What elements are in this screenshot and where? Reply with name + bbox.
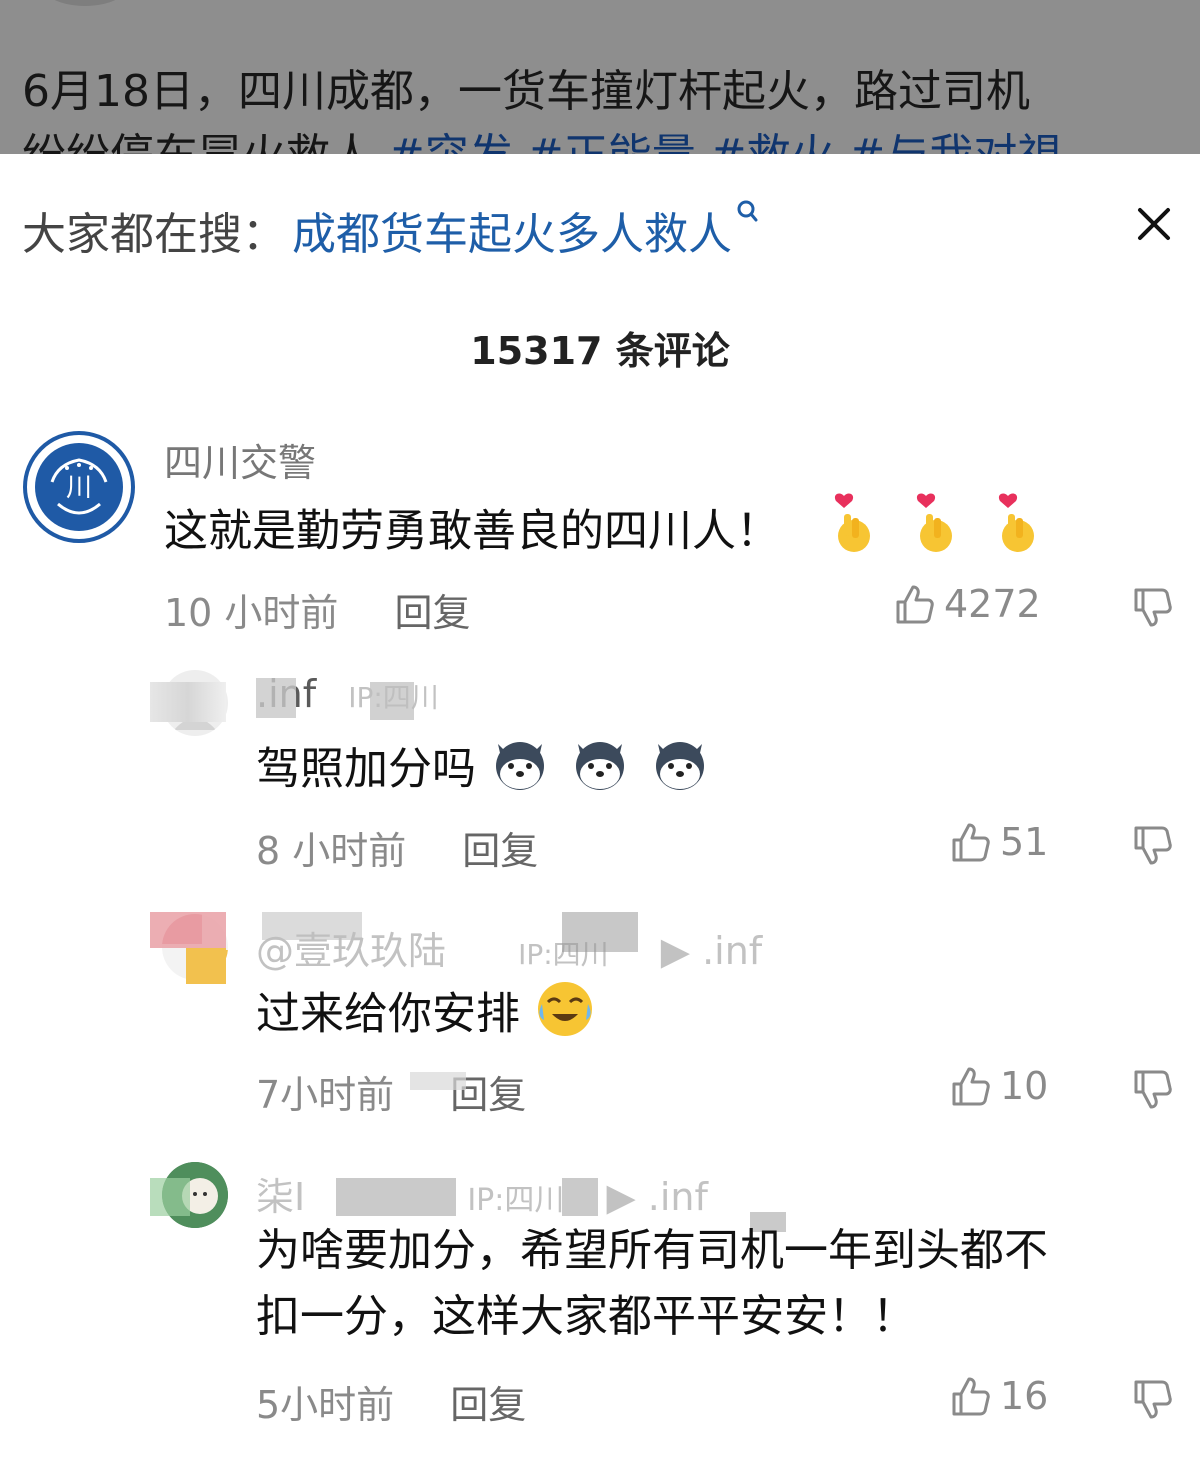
reply-item: 柒I IP:四川 ▶ .inf 为啥要加分，希望所有司机一年到头都不 扣一分，这… [0, 1162, 1200, 1452]
reply-meta: 8 小时前 回复 [256, 820, 538, 875]
like-count: 4272 [944, 582, 1041, 626]
thumbs-down-icon[interactable] [1130, 1068, 1174, 1116]
like-button[interactable]: 4272 [892, 582, 1041, 626]
reply-button[interactable]: 回复 [462, 820, 538, 875]
reply-text: 为啥要加分，希望所有司机一年到头都不 扣一分，这样大家都平平安安！！ [256, 1218, 1156, 1350]
reply-author-name: 柒I [256, 1175, 306, 1219]
thumbs-down-icon[interactable] [1130, 586, 1174, 634]
thumbs-down-icon[interactable] [1130, 824, 1174, 872]
post-text-line2: 纷纷停车冒火救人 #突发 #正能量 #救火 #与我对視 [22, 126, 1182, 154]
reply-time: 7小时前 [256, 1073, 395, 1117]
background-post: 6月18日，四川成都，一货车撞灯杆起火，路过司机 纷纷停车冒火救人 #突发 #正… [0, 0, 1200, 154]
post-hashtags[interactable]: #突发 #正能量 #救火 #与我对視 [388, 130, 1061, 154]
post-text-plain: 纷纷停车冒火救人 [22, 130, 374, 154]
reply-button[interactable]: 回复 [450, 1374, 526, 1429]
reply-text: 驾照加分吗 [256, 732, 710, 811]
post-text-line1: 6月18日，四川成都，一货车撞灯杆起火，路过司机 [22, 66, 1030, 117]
reply-item: @壹玖玖陆 IP:四川 ▶ .inf 过来给你安排 7小时前 回复 10 [0, 912, 1200, 1117]
finger-heart-emoji [830, 492, 878, 575]
hot-search-bar[interactable]: 大家都在搜： 成都货车起火多人救人 [22, 198, 760, 262]
thumbs-up-icon [952, 823, 990, 862]
husky-emoji [570, 732, 630, 811]
reply-time: 8 小时前 [256, 829, 407, 873]
like-button[interactable]: 10 [948, 1064, 1048, 1108]
reply-text-line2: 扣一分，这样大家都平平安安！！ [256, 1291, 916, 1342]
reply-time: 5小时前 [256, 1383, 395, 1427]
pixelation-block [150, 682, 226, 722]
reply-item: .inf IP:四川 驾照加分吗 8 小时前 回复 51 [0, 668, 1200, 873]
reply-to-label: ▶ .inf [606, 1175, 708, 1219]
comment-author[interactable]: 四川交警 [164, 432, 316, 487]
svg-text:川: 川 [66, 473, 92, 503]
reply-text-body: 过来给你安排 [256, 988, 520, 1040]
comment-item: 川 四川交警 这就是勤劳勇敢善良的四川人！ 10 小时前 回复 4272 [0, 430, 1200, 640]
pixelation-block [150, 1178, 190, 1216]
reply-button[interactable]: 回复 [394, 582, 470, 637]
pixelation-block [150, 912, 226, 948]
hot-search-label: 大家都在搜： [22, 209, 286, 260]
avatar[interactable]: 川 [22, 430, 136, 544]
like-button[interactable]: 16 [948, 1374, 1048, 1418]
finger-heart-emoji [912, 492, 960, 575]
reply-author[interactable]: 柒I IP:四川 ▶ .inf [256, 1166, 708, 1221]
pixelation-block [256, 678, 296, 718]
finger-heart-emoji [994, 492, 1042, 575]
like-button[interactable]: 51 [948, 820, 1048, 864]
like-count: 16 [1000, 1374, 1049, 1418]
comments-sheet: 大家都在搜： 成都货车起火多人救人 15317 条评论 川 四川交警 这就是勤劳… [0, 154, 1200, 1482]
comment-count: 15317 条评论 [470, 329, 730, 373]
pixelation-block [186, 948, 226, 984]
reply-text: 过来给你安排 [256, 976, 596, 1057]
pixelation-block [262, 912, 362, 940]
thumbs-up-icon [896, 585, 934, 624]
post-author-avatar [40, 0, 130, 6]
traffic-police-badge-icon: 川 [22, 430, 136, 544]
reply-to-label: ▶ .inf [660, 929, 763, 973]
like-count: 51 [1000, 820, 1049, 864]
comment-meta: 10 小时前 回复 [164, 582, 470, 637]
comment-text-body: 这就是勤劳勇敢善良的四川人！ [164, 505, 780, 557]
tears-of-joy-emoji [534, 976, 596, 1057]
pixelation-block [410, 1072, 466, 1090]
husky-emoji [650, 732, 710, 811]
pixelation-block [562, 912, 638, 952]
close-icon[interactable] [1128, 198, 1180, 250]
pixelation-block [562, 1178, 598, 1216]
ip-location: IP:四川 [467, 1183, 565, 1218]
hot-search-term[interactable]: 成都货车起火多人救人 [292, 198, 732, 262]
reply-text-body: 驾照加分吗 [256, 743, 476, 795]
pixelation-block [370, 682, 414, 720]
reply-text-line1: 为啥要加分，希望所有司机一年到头都不 [256, 1225, 1048, 1276]
thumbs-up-icon [952, 1067, 990, 1106]
reply-meta: 7小时前 回复 [256, 1064, 526, 1119]
like-count: 10 [1000, 1064, 1049, 1108]
reply-meta: 5小时前 回复 [256, 1374, 526, 1429]
comment-text: 这就是勤劳勇敢善良的四川人！ [164, 492, 1042, 575]
search-icon [736, 199, 760, 234]
comment-time: 10 小时前 [164, 591, 339, 635]
thumbs-down-icon[interactable] [1130, 1378, 1174, 1426]
pixelation-block [336, 1178, 456, 1216]
husky-emoji [490, 732, 550, 811]
thumbs-up-icon [952, 1377, 990, 1416]
